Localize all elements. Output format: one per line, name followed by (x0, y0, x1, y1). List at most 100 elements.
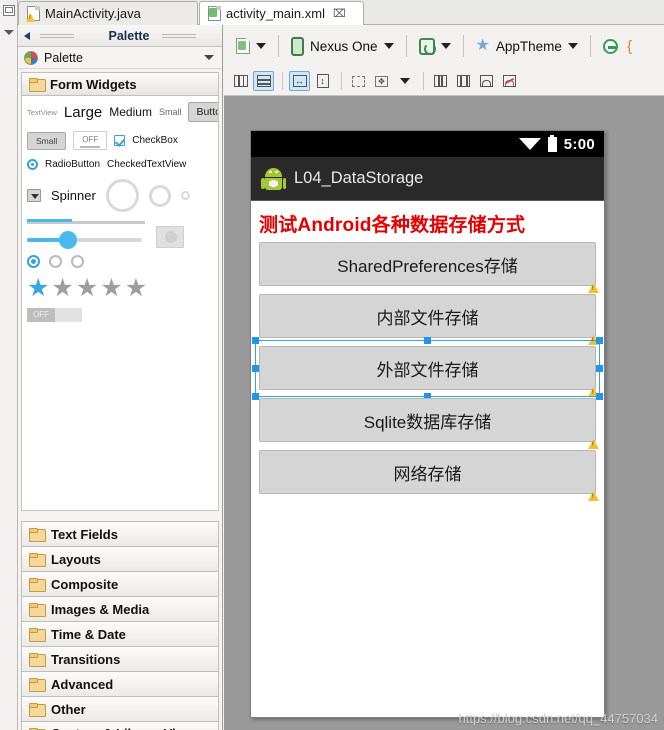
toolbar-separator (589, 35, 591, 57)
preview-button-external-file[interactable]: 外部文件存储 (252, 337, 603, 400)
device-selector[interactable]: Nexus One (287, 35, 398, 58)
checkbox-icon[interactable] (114, 135, 126, 146)
folder-icon (29, 678, 46, 692)
chevron-down-icon[interactable] (440, 43, 451, 49)
star-icon-1[interactable]: ★ (27, 276, 49, 301)
palette-title: Palette (108, 28, 150, 43)
preview-heading-textview[interactable]: 测试Android各种数据存储方式 (251, 201, 604, 242)
category-label: Layouts (51, 551, 101, 567)
warning-icon (588, 387, 599, 397)
widget-spinner-label[interactable]: Spinner (51, 188, 96, 203)
theme-selector[interactable]: ★ AppTheme (472, 37, 582, 56)
grid-rows-icon[interactable] (253, 71, 274, 91)
preview-button-network[interactable]: 网络存储 (259, 450, 599, 501)
widget-button[interactable]: Button (188, 102, 218, 122)
java-file-icon (26, 6, 40, 22)
match-width-icon[interactable]: ↔ (289, 71, 310, 91)
chevron-down-icon[interactable] (383, 43, 394, 49)
structure-right-icon[interactable] (453, 71, 474, 91)
widget-radiobutton-label[interactable]: RadioButton (45, 159, 100, 170)
restore-window-icon[interactable] (3, 5, 15, 16)
chevron-down-icon[interactable] (204, 55, 214, 60)
radiogroup-icon-3[interactable] (71, 255, 84, 268)
palette-category-time-date[interactable]: Time & Date (21, 621, 219, 646)
config-selector[interactable] (232, 36, 270, 56)
palette-category-custom-library-views[interactable]: Custom & Library Views (21, 721, 219, 730)
category-label: Text Fields (51, 526, 118, 542)
orientation-selector[interactable] (415, 36, 455, 57)
chevron-down-icon[interactable] (4, 30, 14, 35)
widget-row-ratingbar: ★ ★ ★ ★ ★ (27, 276, 213, 301)
radiogroup-icon-1[interactable] (27, 255, 40, 268)
category-label: Custom & Library Views (51, 726, 200, 730)
button-label: 网络存储 (393, 464, 462, 484)
resize-handle-top-center[interactable] (424, 337, 431, 344)
folder-icon (29, 628, 46, 642)
spinner-icon[interactable] (27, 189, 41, 202)
palette-category-other[interactable]: Other (21, 696, 219, 721)
palette-category-composite[interactable]: Composite (21, 571, 219, 596)
palette-category-layouts[interactable]: Layouts (21, 546, 219, 571)
preview-button-sharedpreferences[interactable]: SharedPreferences存储 (259, 242, 599, 293)
palette-category-advanced[interactable]: Advanced (21, 671, 219, 696)
tab-mainactivity-java[interactable]: MainActivity.java (18, 1, 198, 25)
dashed-outline-icon[interactable] (348, 71, 369, 91)
resize-handle-middle-right[interactable] (596, 365, 603, 372)
widget-checkbox-label[interactable]: CheckBox (132, 135, 178, 146)
palette-category-images-media[interactable]: Images & Media (21, 596, 219, 621)
switch-label: OFF (33, 310, 49, 319)
expand-caret-icon[interactable] (394, 71, 415, 91)
star-icon-5[interactable]: ★ (125, 276, 147, 301)
switch-icon[interactable]: OFF (27, 308, 82, 322)
widget-textview[interactable]: TextView (27, 108, 57, 117)
resize-handle-bottom-left[interactable] (252, 393, 259, 400)
widget-small-text[interactable]: Small (159, 107, 182, 117)
show-included-icon[interactable] (476, 71, 497, 91)
preview-button-sqlite[interactable]: Sqlite数据库存储 (259, 398, 599, 449)
palette-category-transitions[interactable]: Transitions (21, 646, 219, 671)
widget-toggle-button[interactable]: OFF (73, 131, 108, 150)
widget-large-text[interactable]: Large (64, 104, 102, 121)
seekbar-icon[interactable] (27, 231, 142, 249)
widget-row-buttons: Small OFF CheckBox (27, 131, 213, 150)
match-height-icon[interactable]: ↕ (312, 71, 333, 91)
resize-handle-middle-left[interactable] (252, 365, 259, 372)
tab-activity-main-xml[interactable]: activity_main.xml ⌧ (199, 1, 364, 25)
structure-left-icon[interactable] (430, 71, 451, 91)
widget-checkedtextview-label[interactable]: CheckedTextView (107, 159, 186, 170)
widget-medium-text[interactable]: Medium (109, 105, 152, 119)
progressbar-horizontal-icon[interactable] (27, 219, 145, 224)
palette-view-menu[interactable]: Palette (18, 47, 222, 69)
back-arrow-icon[interactable] (24, 31, 30, 40)
radiogroup-icon-2[interactable] (49, 255, 62, 268)
device-preview[interactable]: 5:00 L04_DataStorage 测试Android各种数据存储方式 S… (250, 130, 605, 718)
design-canvas[interactable]: 5:00 L04_DataStorage 测试Android各种数据存储方式 S… (224, 96, 664, 730)
progressbar-small-icon[interactable] (180, 191, 190, 200)
star-icon-4[interactable]: ★ (100, 276, 122, 301)
palette-category-text-fields[interactable]: Text Fields (21, 521, 219, 546)
radio-button-icon[interactable] (27, 159, 38, 170)
button-label: Sqlite数据库存储 (363, 412, 492, 432)
resize-handle-top-left[interactable] (252, 337, 259, 344)
close-icon[interactable]: ⌧ (333, 7, 346, 20)
progressbar-large-icon[interactable] (105, 179, 139, 212)
folder-icon (29, 653, 46, 667)
widget-row-progress (27, 219, 213, 224)
palette-group-form-widgets[interactable]: Form Widgets (21, 72, 219, 96)
progressbar-medium-icon[interactable] (148, 184, 171, 207)
palette-widget-list: TextView Large Medium Small Button Small… (21, 96, 219, 511)
layout-editor: Nexus One ★ AppTheme {↔ ↕ ✥ 5:00 L04_Da… (224, 25, 664, 730)
grid-columns-icon[interactable] (230, 71, 251, 91)
toolbar-separator (341, 72, 342, 90)
hide-included-icon[interactable] (499, 71, 520, 91)
star-icon-2[interactable]: ★ (51, 276, 73, 301)
chevron-down-icon[interactable] (256, 43, 266, 49)
chevron-down-icon[interactable] (567, 43, 578, 49)
widget-small-button[interactable]: Small (27, 131, 67, 150)
expand-icon[interactable]: ✥ (371, 71, 392, 91)
preview-button-internal-file[interactable]: 内部文件存储 (259, 294, 599, 345)
activity-selector[interactable]: { (599, 36, 636, 57)
folder-icon (29, 78, 46, 92)
quickcontactbadge-icon[interactable] (156, 226, 184, 248)
star-icon-3[interactable]: ★ (76, 276, 98, 301)
